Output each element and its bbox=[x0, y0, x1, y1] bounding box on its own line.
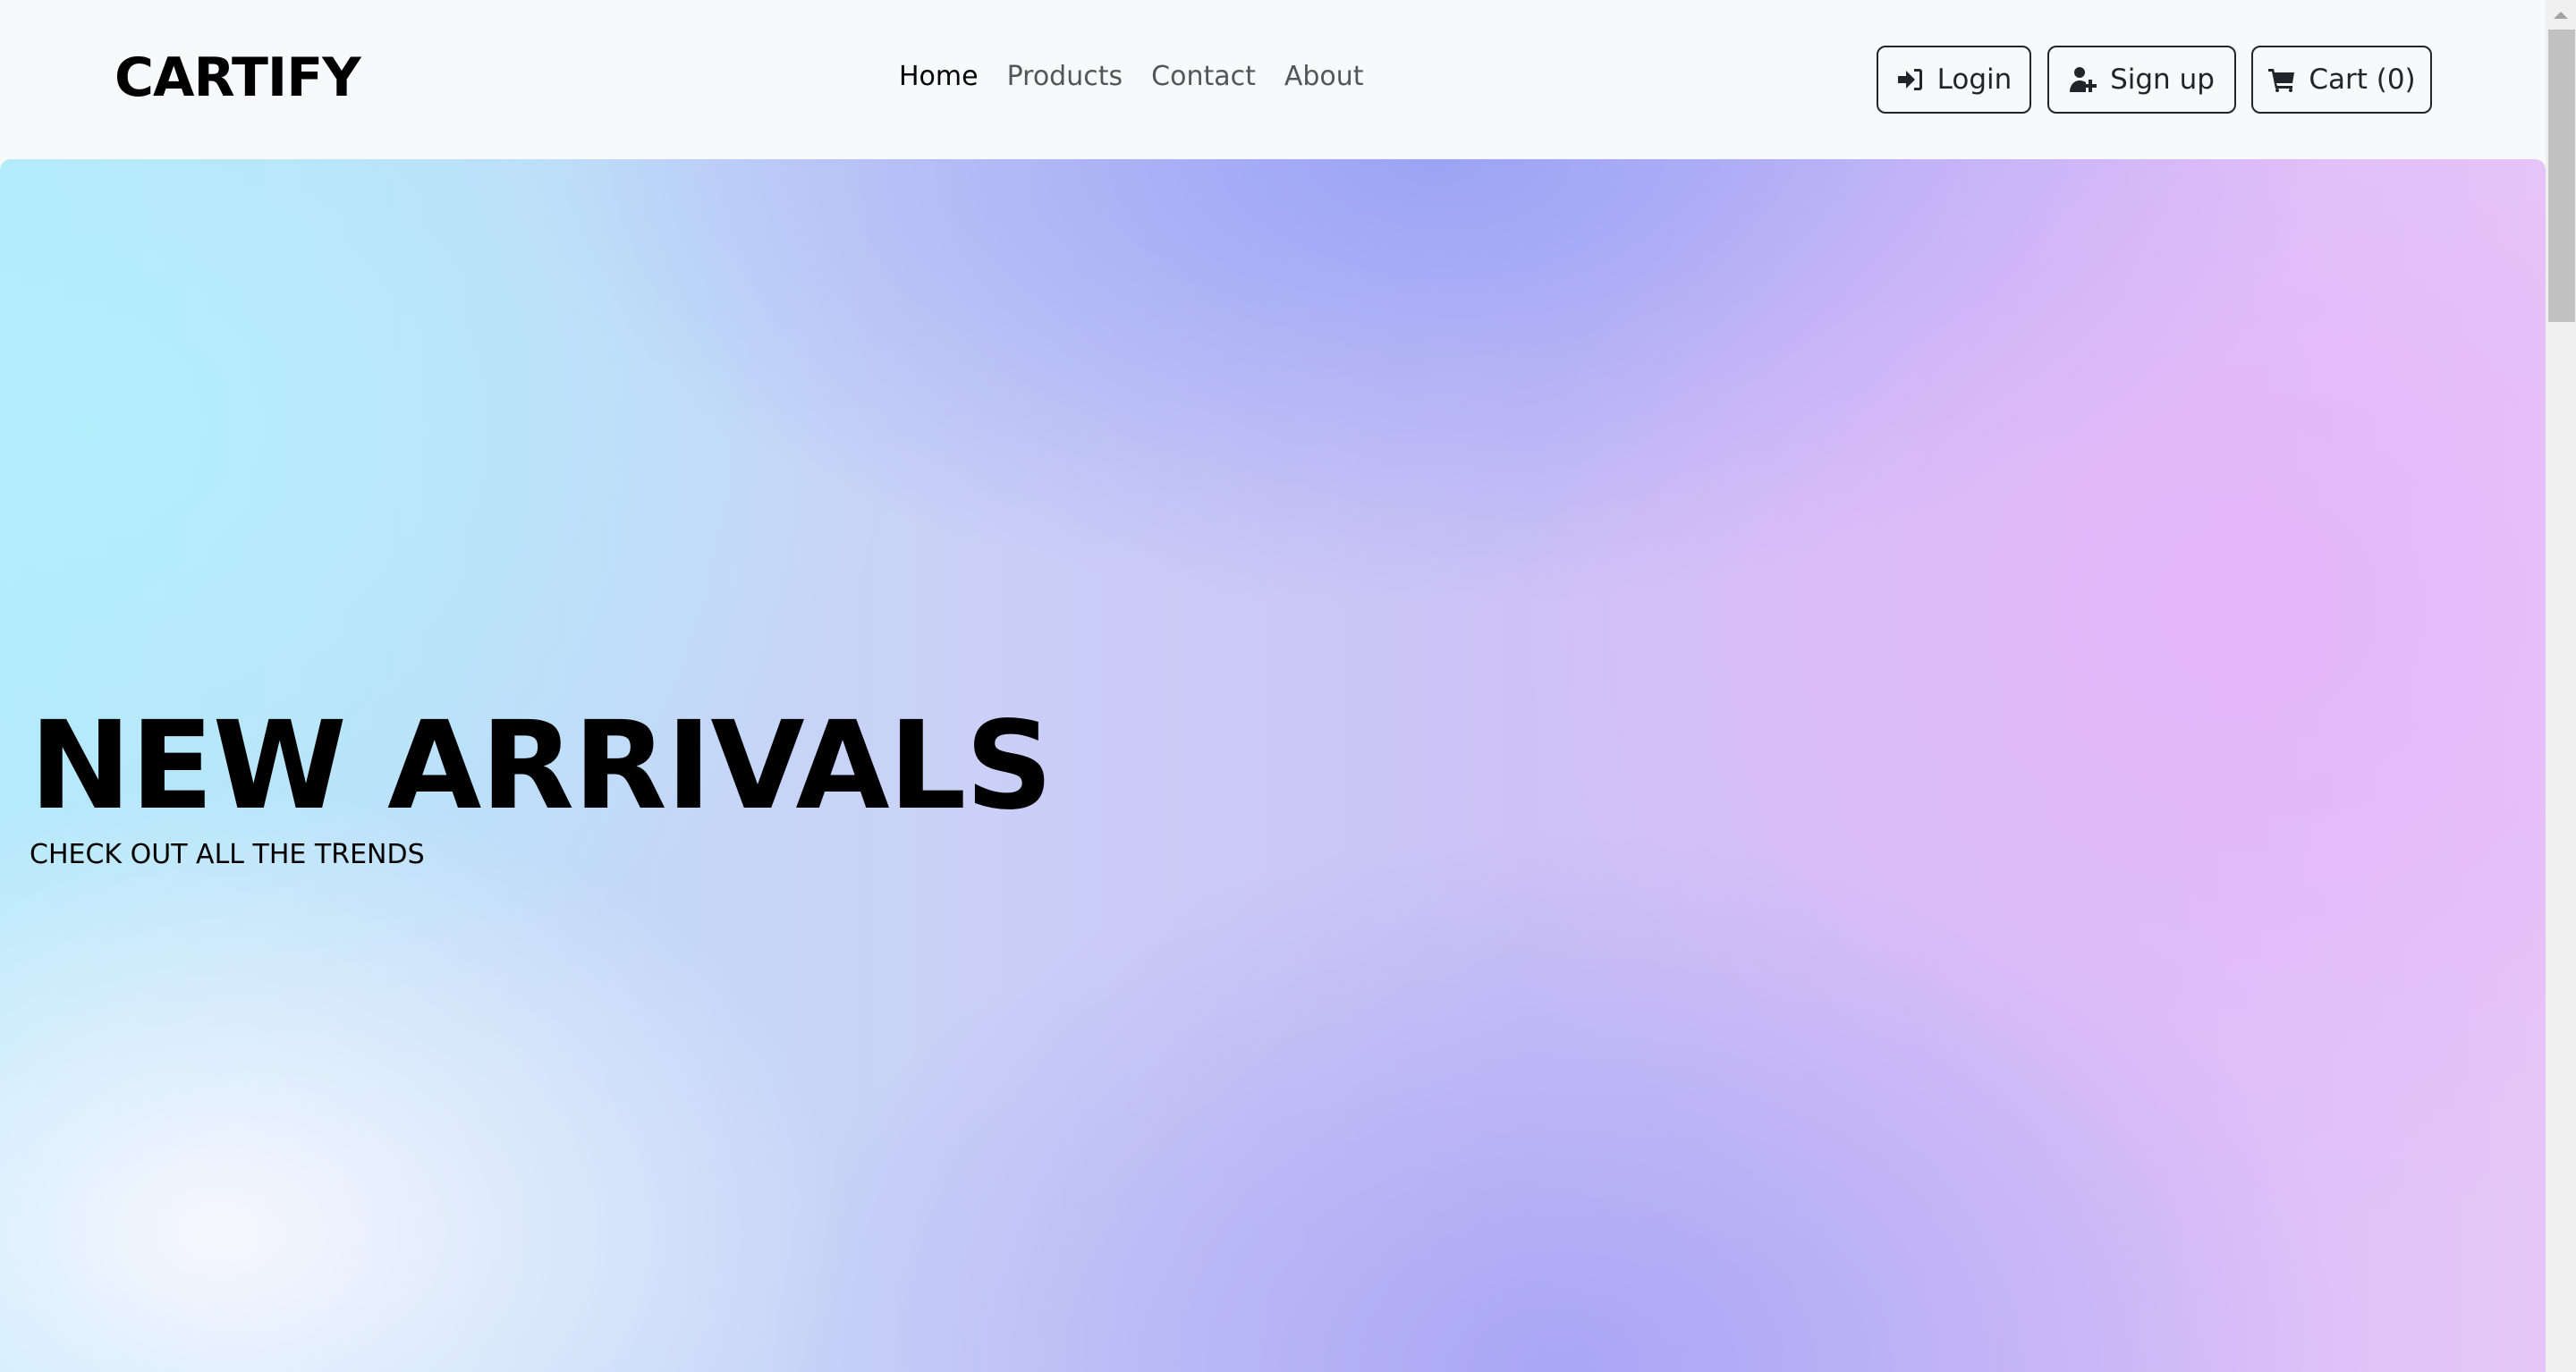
cart-button[interactable]: Cart (0) bbox=[2251, 46, 2432, 114]
user-plus-icon bbox=[2070, 67, 2097, 92]
signup-button[interactable]: Sign up bbox=[2047, 46, 2236, 114]
navbar: CARTIFY Home Products Contact About Logi… bbox=[0, 0, 2546, 159]
hero-subtitle: CHECK OUT ALL THE TRENDS bbox=[30, 839, 425, 870]
nav-about[interactable]: About bbox=[1284, 61, 1364, 92]
signup-label: Sign up bbox=[2110, 64, 2215, 96]
brand-logo[interactable]: CARTIFY bbox=[114, 47, 361, 109]
scroll-up-arrow-icon[interactable] bbox=[2554, 12, 2568, 19]
hero-banner: NEW ARRIVALS CHECK OUT ALL THE TRENDS bbox=[0, 159, 2546, 1372]
vertical-scrollbar[interactable] bbox=[2546, 0, 2576, 1372]
cart-label: Cart (0) bbox=[2309, 64, 2416, 96]
main-nav: Home Products Contact About bbox=[899, 61, 1364, 92]
scrollbar-thumb[interactable] bbox=[2548, 30, 2575, 322]
hero-title: NEW ARRIVALS bbox=[30, 696, 1053, 837]
login-button[interactable]: Login bbox=[1877, 46, 2031, 114]
nav-contact[interactable]: Contact bbox=[1151, 61, 1256, 92]
cart-icon bbox=[2268, 69, 2295, 92]
nav-home[interactable]: Home bbox=[899, 61, 979, 92]
login-label: Login bbox=[1936, 64, 2012, 96]
sign-in-icon bbox=[1897, 69, 1922, 90]
nav-products[interactable]: Products bbox=[1007, 61, 1123, 92]
